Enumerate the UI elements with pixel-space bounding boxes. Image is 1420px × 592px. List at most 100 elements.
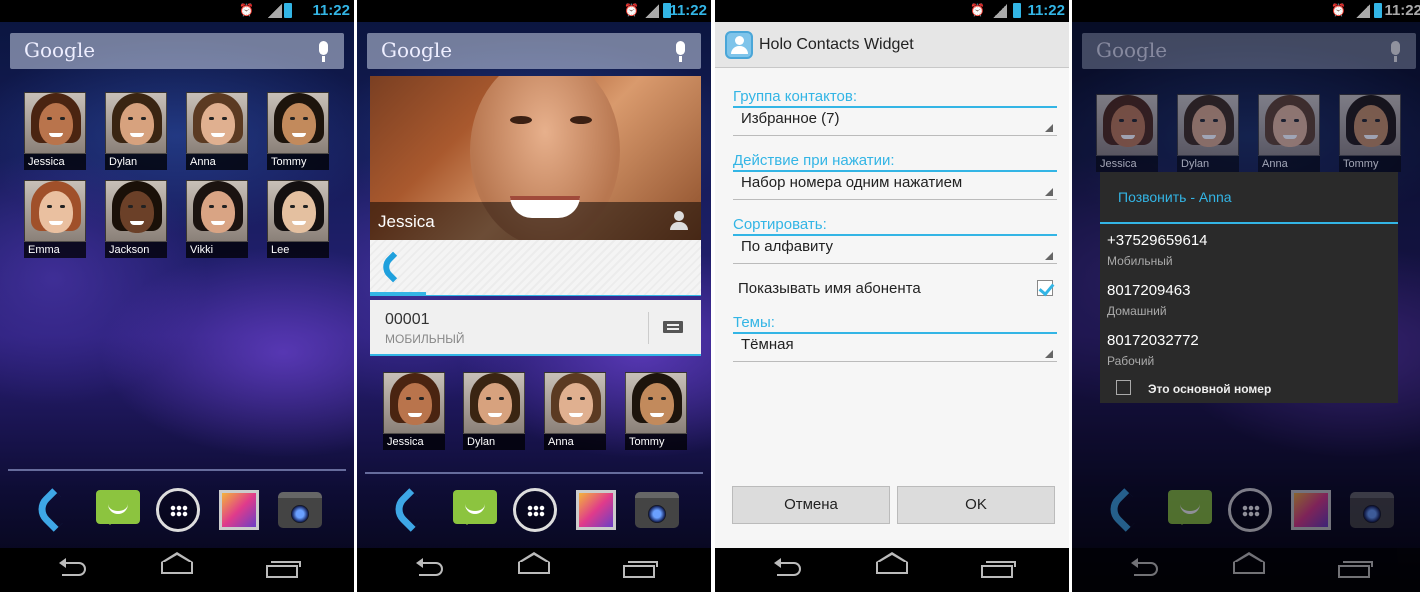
contact-tile[interactable]: Dylan [463,372,525,450]
contact-tile[interactable]: Lee [267,180,329,258]
contact-tile[interactable]: Emma [24,180,86,258]
spinner-arrow-icon [1045,252,1053,260]
mouth [292,133,306,137]
recent-apps-icon[interactable] [1338,561,1373,578]
google-search-bar[interactable]: Google [1082,33,1416,69]
face [201,103,235,145]
google-search-bar[interactable]: Google [367,33,701,69]
face [282,191,316,233]
phone-icon[interactable] [31,488,76,532]
battery-icon [1374,3,1382,18]
phone-number-row[interactable]: 00001 МОБИЛЬНЫЙ [370,300,701,356]
mouth [292,221,306,225]
back-icon[interactable] [774,558,801,576]
signal-icon [645,4,659,18]
default-number-label: Это основной номер [1148,382,1272,396]
home-icon[interactable] [161,552,193,574]
face [120,103,154,145]
contact-tile[interactable]: Jackson [105,180,167,258]
eye [486,397,491,400]
settings-title-bar: Holo Contacts Widget [715,22,1069,68]
messaging-icon[interactable] [453,490,497,525]
google-search-bar[interactable]: Google [10,33,344,69]
messaging-icon[interactable] [1168,490,1212,525]
contact-tile[interactable]: Anna [1258,94,1320,172]
home-icon[interactable] [876,552,908,574]
recent-apps-icon[interactable] [623,561,658,578]
person-icon[interactable] [669,211,689,231]
eye [290,205,295,208]
number-value: 8017209463 [1107,282,1191,299]
gallery-icon[interactable] [576,490,616,530]
sort-spinner[interactable]: По алфавиту [733,238,1057,264]
contact-tile[interactable]: Jessica [383,372,445,450]
status-time: 11:22 [1027,2,1065,19]
mouth [130,133,144,137]
eye [1213,119,1218,122]
show-name-row[interactable]: Показывать имя абонента [733,280,1057,302]
contact-tile[interactable]: Tommy [1339,94,1401,172]
eye [1294,119,1299,122]
camera-icon[interactable] [278,492,322,528]
phone-icon[interactable] [388,488,433,532]
group-spinner-value: Избранное (7) [741,110,840,127]
contact-tile[interactable]: Dylan [1177,94,1239,172]
messaging-icon[interactable] [96,490,140,525]
back-icon[interactable] [416,558,443,576]
contact-tile[interactable]: Tommy [267,92,329,170]
contact-tile[interactable]: Anna [186,92,248,170]
mouth [1121,135,1135,139]
mic-icon[interactable] [1391,41,1400,62]
sort-section-header: Сортировать: [733,216,1057,236]
contact-tile[interactable]: Jessica [24,92,86,170]
ok-button[interactable]: OK [897,486,1055,524]
app-drawer-icon[interactable] [156,488,200,532]
contact-name: Vikki [186,242,248,258]
eye [47,117,52,120]
status-bar: ⏰ 11:22 [1072,0,1420,22]
app-drawer-icon[interactable] [1228,488,1272,532]
contact-photo [186,180,248,242]
contact-tile[interactable]: Jessica [1096,94,1158,172]
dock [0,484,354,534]
mouth [1202,135,1216,139]
camera-icon[interactable] [635,492,679,528]
home-icon[interactable] [1233,552,1265,574]
theme-spinner[interactable]: Тёмная [733,336,1057,362]
back-icon[interactable] [59,558,86,576]
gallery-icon[interactable] [1291,490,1331,530]
group-spinner[interactable]: Избранное (7) [733,110,1057,136]
contact-tile[interactable]: Dylan [105,92,167,170]
recent-apps-icon[interactable] [981,561,1016,578]
home-icon[interactable] [518,552,550,574]
phone-icon[interactable] [1103,488,1148,532]
app-drawer-icon[interactable] [513,488,557,532]
battery-icon [1013,3,1021,18]
eye [141,205,146,208]
nav-bar [715,548,1069,592]
spinner-arrow-icon [1045,124,1053,132]
default-number-checkbox[interactable] [1116,380,1131,395]
contact-photo [383,372,445,434]
camera-icon[interactable] [1350,492,1394,528]
phone-tab-icon[interactable] [377,251,409,283]
screen-widget-settings: ⏰ 11:22 Holo Contacts Widget Группа конт… [715,0,1069,592]
sms-icon[interactable] [663,321,683,333]
contact-tile[interactable]: Tommy [625,372,687,450]
mic-icon[interactable] [676,41,685,62]
back-icon[interactable] [1131,558,1158,576]
cancel-button[interactable]: Отмена [732,486,890,524]
contact-tile[interactable]: Vikki [186,180,248,258]
mic-icon[interactable] [319,41,328,62]
contact-tab-bar [370,240,701,296]
contact-photo [267,180,329,242]
eye [419,397,424,400]
gallery-icon[interactable] [219,490,259,530]
recent-apps-icon[interactable] [266,561,301,578]
contact-tile[interactable]: Anna [544,372,606,450]
action-spinner[interactable]: Набор номера одним нажатием [733,174,1057,200]
show-name-checkbox[interactable] [1037,280,1053,296]
face [120,191,154,233]
eye [510,116,532,124]
nav-bar [1072,548,1420,592]
